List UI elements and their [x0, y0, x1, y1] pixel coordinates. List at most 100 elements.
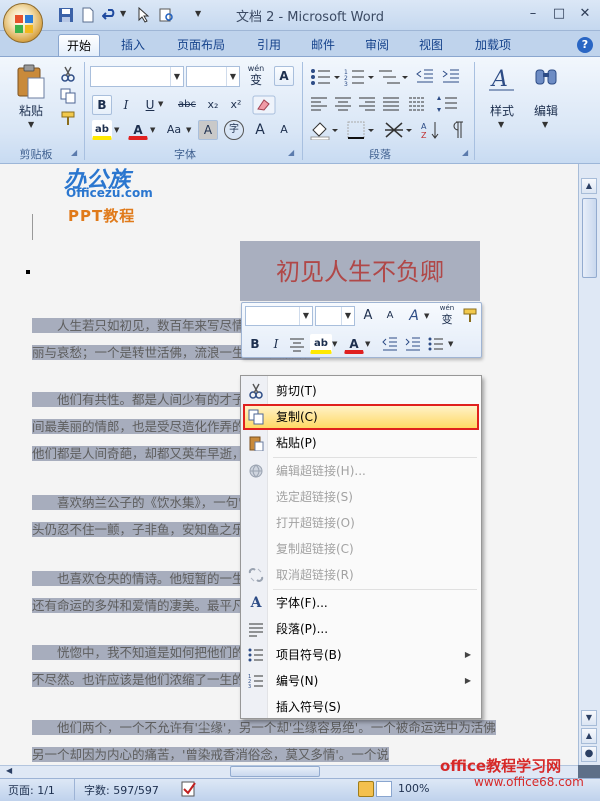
font-size-combo[interactable]: ▼ — [186, 66, 240, 87]
line-spacing-icon[interactable] — [436, 95, 462, 113]
mini-bullets-icon[interactable] — [428, 336, 444, 352]
mini-grow-font-button[interactable]: A — [358, 306, 378, 326]
tab-review[interactable]: 审阅 — [356, 34, 398, 56]
mini-bold-button[interactable]: B — [245, 334, 265, 354]
enclose-chars-button[interactable]: 字 — [224, 120, 244, 140]
tab-references[interactable]: 引用 — [248, 34, 290, 56]
help-icon[interactable]: ? — [577, 37, 593, 53]
font-dialog-launcher-icon[interactable]: ◢ — [288, 148, 298, 158]
tab-addins[interactable]: 加载项 — [466, 34, 520, 56]
zoom-level[interactable]: 100% — [398, 782, 429, 795]
tab-home[interactable]: 开始 — [58, 34, 100, 56]
clipboard-dialog-launcher-icon[interactable]: ◢ — [71, 148, 81, 158]
mini-styles-dropdown-icon[interactable]: ▼ — [424, 312, 429, 320]
distributed-icon[interactable] — [408, 95, 426, 113]
scroll-left-icon[interactable]: ◀ — [6, 766, 12, 775]
font-name-combo[interactable]: ▼ — [90, 66, 184, 87]
sort-icon[interactable]: AZ — [420, 120, 442, 140]
menu-item-cut[interactable]: 剪切(T) — [243, 378, 479, 404]
paragraph-line[interactable]: 不尽然。也许应该是他们浓缩了一生的 — [32, 672, 245, 687]
menu-item-bullets[interactable]: 项目符号(B) ▶ — [243, 642, 479, 668]
mini-highlight-button[interactable]: ab — [310, 334, 332, 354]
document-title[interactable]: 初见人生不负卿 — [240, 241, 480, 301]
menu-item-numbering[interactable]: 123 编号(N) ▶ — [243, 668, 479, 694]
menu-item-paragraph[interactable]: 段落(P)... — [243, 616, 479, 642]
italic-button[interactable]: I — [116, 95, 136, 115]
menu-item-font[interactable]: A 字体(F)... — [243, 590, 479, 616]
superscript-button[interactable]: x² — [226, 95, 246, 115]
paragraph-line[interactable]: 另一个却因为内心的痛苦，'曾染戒香消俗念，莫又多情'。一个说 — [32, 747, 389, 762]
find-icon[interactable] — [530, 64, 562, 94]
multilevel-list-icon[interactable] — [378, 68, 408, 86]
mini-font-size-combo[interactable]: ▼ — [315, 306, 355, 326]
print-preview-icon[interactable] — [158, 7, 174, 23]
show-marks-icon[interactable] — [448, 120, 466, 140]
edit-dropdown-icon[interactable]: ▼ — [542, 120, 548, 129]
align-right-icon[interactable] — [358, 95, 376, 113]
undo-icon[interactable] — [102, 7, 118, 23]
tab-insert[interactable]: 插入 — [112, 34, 154, 56]
align-left-icon[interactable] — [310, 95, 328, 113]
increase-indent-icon[interactable] — [442, 68, 460, 86]
new-document-icon[interactable] — [80, 7, 96, 23]
maximize-button[interactable]: □ — [548, 5, 570, 23]
mini-format-painter-icon[interactable] — [462, 307, 478, 323]
office-button[interactable] — [3, 3, 43, 43]
clear-formatting-icon[interactable] — [252, 95, 276, 115]
align-center-icon[interactable] — [334, 95, 352, 113]
menu-item-open-hyperlink[interactable]: 打开超链接(O) — [243, 510, 479, 536]
mini-italic-button[interactable]: I — [266, 334, 286, 354]
scroll-up-icon[interactable]: ▲ — [581, 178, 597, 194]
browse-object-icon[interactable]: ● — [581, 746, 597, 762]
styles-icon[interactable]: A — [486, 64, 518, 94]
highlight-dropdown-icon[interactable]: ▼ — [114, 126, 119, 134]
mini-center-icon[interactable] — [289, 336, 305, 352]
shrink-font-button[interactable]: A — [274, 120, 294, 140]
bullets-icon[interactable] — [310, 68, 340, 86]
menu-item-copy[interactable]: 复制(C) — [243, 404, 479, 430]
paragraph-dialog-launcher-icon[interactable]: ◢ — [462, 148, 472, 158]
minimize-button[interactable]: – — [522, 5, 544, 23]
mini-bullets-dropdown-icon[interactable]: ▼ — [448, 340, 453, 348]
paste-icon[interactable] — [14, 64, 48, 100]
edit-label[interactable]: 编辑 — [524, 102, 568, 119]
phonetic-guide-button[interactable]: wén 变 — [244, 64, 268, 88]
mini-decrease-indent-icon[interactable] — [382, 336, 398, 352]
menu-item-edit-hyperlink[interactable]: 编辑超链接(H)... — [243, 458, 479, 484]
subscript-button[interactable]: x₂ — [203, 95, 223, 115]
strikethrough-button[interactable]: abc — [174, 95, 200, 115]
menu-item-paste[interactable]: 粘贴(P) — [243, 430, 479, 456]
chevron-down-icon[interactable]: ▼ — [299, 307, 312, 325]
bold-button[interactable]: B — [92, 95, 112, 115]
grow-font-button[interactable]: A — [250, 120, 270, 140]
decrease-indent-icon[interactable] — [416, 68, 434, 86]
highlight-color-button[interactable]: ab — [92, 120, 112, 140]
select-cursor-icon[interactable] — [136, 7, 152, 23]
mini-font-color-dropdown-icon[interactable]: ▼ — [365, 340, 370, 348]
tab-page-layout[interactable]: 页面布局 — [168, 34, 234, 56]
justify-icon[interactable] — [382, 95, 400, 113]
styles-label[interactable]: 样式 — [480, 102, 524, 119]
previous-page-icon[interactable]: ▲ — [581, 728, 597, 744]
paste-dropdown-icon[interactable]: ▼ — [28, 120, 34, 129]
cut-icon[interactable] — [60, 66, 76, 82]
mini-highlight-dropdown-icon[interactable]: ▼ — [332, 340, 337, 348]
char-border-button[interactable]: A — [274, 66, 294, 86]
scrollbar-thumb[interactable] — [582, 198, 597, 278]
paste-label[interactable]: 粘贴 — [14, 102, 48, 119]
char-shading-button[interactable]: A — [198, 120, 218, 140]
mini-font-name-combo[interactable]: ▼ — [245, 306, 313, 326]
undo-dropdown-icon[interactable]: ▼ — [120, 9, 126, 18]
mini-styles-button[interactable]: A — [404, 306, 424, 326]
change-case-button[interactable]: Aa — [162, 120, 186, 140]
chevron-down-icon[interactable]: ▼ — [170, 67, 183, 86]
format-painter-icon[interactable] — [60, 110, 76, 126]
tab-mailings[interactable]: 邮件 — [302, 34, 344, 56]
menu-item-remove-hyperlink[interactable]: 取消超链接(R) — [243, 562, 479, 588]
underline-dropdown-icon[interactable]: ▼ — [158, 100, 163, 108]
proofing-status-icon[interactable] — [180, 780, 198, 798]
font-color-dropdown-icon[interactable]: ▼ — [150, 126, 155, 134]
save-icon[interactable] — [58, 7, 74, 23]
full-screen-view-icon[interactable] — [376, 781, 392, 797]
chevron-down-icon[interactable]: ▼ — [341, 307, 354, 325]
